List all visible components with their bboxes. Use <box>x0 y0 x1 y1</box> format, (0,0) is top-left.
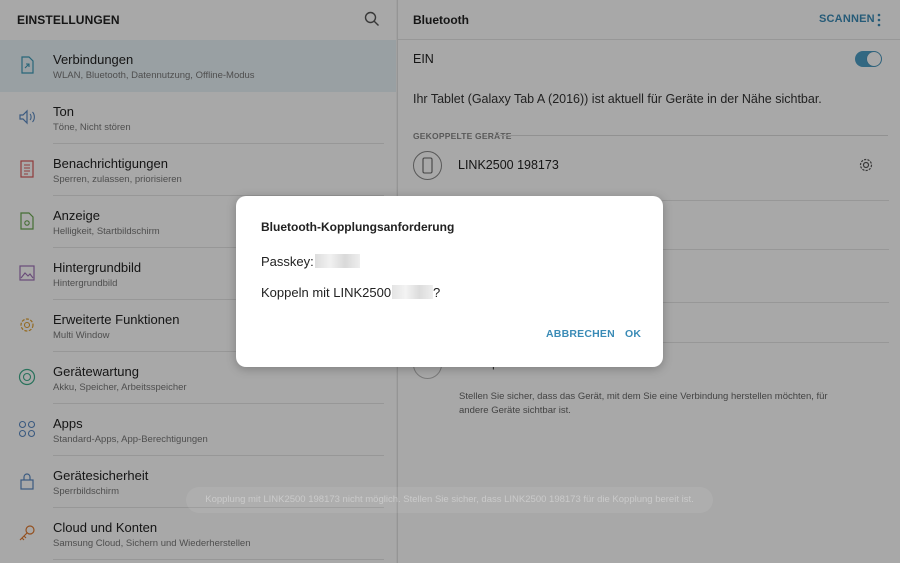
ok-button[interactable]: OK <box>625 328 641 340</box>
pair-prompt: Koppeln mit LINK2500 <box>261 285 392 300</box>
device-id-redacted <box>392 285 433 299</box>
dialog-title: Bluetooth-Kopplungsanforderung <box>261 220 455 234</box>
pairing-dialog: Bluetooth-Kopplungsanforderung Passkey: … <box>236 196 663 367</box>
passkey-label: Passkey: <box>261 254 314 269</box>
cancel-button[interactable]: ABBRECHEN <box>546 328 615 340</box>
passkey-value-redacted <box>315 254 360 268</box>
pair-prompt-suffix: ? <box>433 285 441 300</box>
toast-message: Kopplung mit LINK2500 198173 nicht mögli… <box>186 487 713 513</box>
